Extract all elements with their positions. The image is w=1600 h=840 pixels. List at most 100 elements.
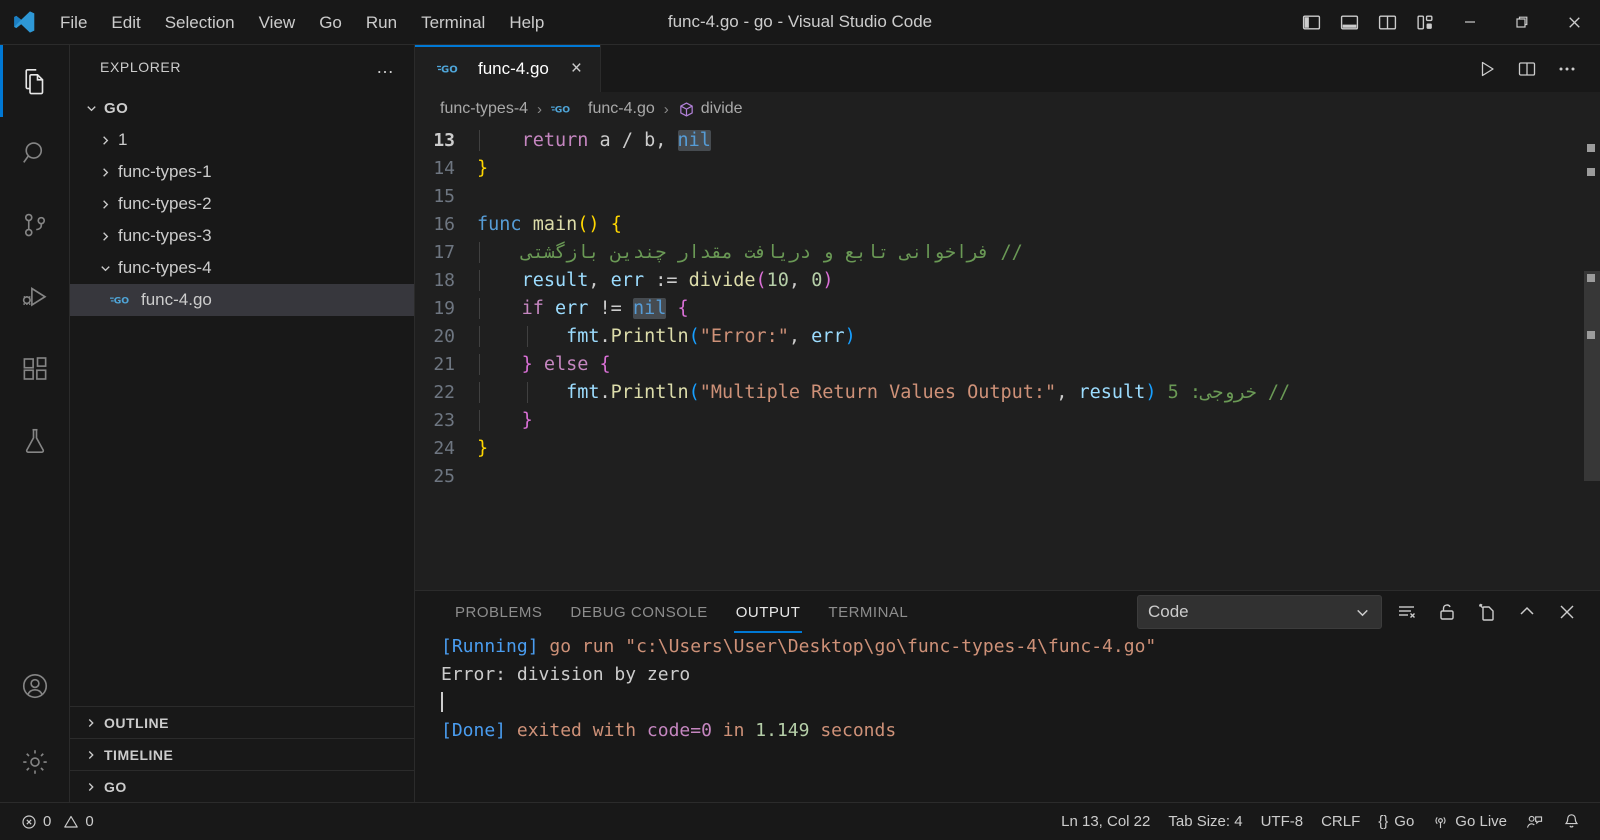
sidebar-item-search[interactable] [0, 117, 70, 189]
status-eol[interactable]: CRLF [1312, 803, 1369, 840]
tree-item-go-root[interactable]: GO [70, 92, 414, 124]
status-remote-feedback-icon[interactable] [1516, 803, 1553, 840]
customize-layout-icon[interactable] [1406, 0, 1444, 45]
open-in-editor-icon[interactable] [1472, 597, 1502, 627]
status-tab-size[interactable]: Tab Size: 4 [1159, 803, 1251, 840]
status-cursor-position[interactable]: Ln 13, Col 22 [1052, 803, 1159, 840]
output-segment: seconds [809, 720, 897, 741]
tree-item-func-types-3[interactable]: func-types-3 [70, 220, 414, 252]
status-language-mode[interactable]: {} Go [1369, 803, 1423, 840]
code-editor[interactable]: 13 return a / b, nil 14} 15 16 func main() {… [415, 126, 1600, 590]
chevron-right-icon [92, 165, 118, 180]
output-channel-select[interactable]: Code [1137, 595, 1382, 629]
status-encoding[interactable]: UTF-8 [1252, 803, 1313, 840]
run-code-icon[interactable] [1470, 52, 1504, 86]
menu-run[interactable]: Run [354, 0, 409, 45]
output-segment: code=0 [646, 720, 712, 741]
menu-terminal[interactable]: Terminal [409, 0, 497, 45]
code-token: . [599, 381, 611, 403]
overview-ruler-mark [1587, 331, 1595, 339]
go-file-icon: GO [551, 102, 575, 116]
explorer-more-actions-icon[interactable]: … [370, 57, 402, 78]
menu-file[interactable]: File [48, 0, 99, 45]
tab-terminal[interactable]: TERMINAL [814, 591, 922, 633]
status-bar: 0 0 Ln 13, Col 22 Tab Size: 4 UTF-8 CRLF… [0, 802, 1600, 840]
toggle-panel-icon[interactable] [1330, 0, 1368, 45]
toggle-secondary-sidebar-icon[interactable] [1368, 0, 1406, 45]
menu-selection[interactable]: Selection [153, 0, 247, 45]
breadcrumb-folder[interactable]: func-types-4 [437, 99, 531, 119]
code-token: ( [688, 381, 700, 403]
output-content[interactable]: [Running] go run "c:\Users\User\Desktop\… [415, 633, 1600, 802]
code-line-content: return a / b, nil [477, 129, 1600, 151]
split-editor-icon[interactable] [1510, 52, 1544, 86]
tab-problems[interactable]: PROBLEMS [441, 591, 556, 633]
error-count: 0 [43, 813, 52, 830]
code-line: 17 // فراخوانی تابع و دریافت مقدار چندین… [415, 238, 1600, 266]
panel-tab-bar: PROBLEMS DEBUG CONSOLE OUTPUT TERMINAL C… [415, 591, 1600, 633]
close-panel-icon[interactable] [1552, 597, 1582, 627]
code-token: err [554, 297, 600, 319]
settings-gear-icon[interactable] [0, 722, 70, 802]
status-problems[interactable]: 0 0 [12, 803, 103, 840]
menu-go[interactable]: Go [307, 0, 354, 45]
code-token: != [599, 297, 633, 319]
explorer-sidebar: EXPLORER … GO 1 func-types-1 func-types-… [70, 45, 415, 802]
close-window-button[interactable] [1548, 0, 1600, 45]
sidebar-item-run-and-debug[interactable] [0, 261, 70, 333]
title-bar-actions [1292, 0, 1600, 44]
error-icon [21, 814, 37, 830]
menu-view[interactable]: View [247, 0, 308, 45]
code-token: "Multiple Return Values Output:" [699, 381, 1057, 403]
accounts-icon[interactable] [0, 650, 70, 722]
overview-ruler-mark [1587, 168, 1595, 176]
lock-scroll-icon[interactable] [1432, 597, 1462, 627]
minimize-button[interactable] [1444, 0, 1496, 45]
sidebar-item-testing[interactable] [0, 405, 70, 477]
tab-func-4-go[interactable]: GO func-4.go × [415, 45, 601, 92]
tree-item-func-types-1[interactable]: func-types-1 [70, 156, 414, 188]
scrollbar-thumb[interactable] [1584, 271, 1600, 481]
tab-debug-console[interactable]: DEBUG CONSOLE [556, 591, 721, 633]
sidebar-section-timeline[interactable]: TIMELINE [70, 738, 414, 770]
tab-output[interactable]: OUTPUT [722, 591, 815, 633]
sidebar-item-extensions[interactable] [0, 333, 70, 405]
code-token: } [477, 437, 489, 459]
code-line: 22 fmt.Println("Multiple Return Values O… [415, 378, 1600, 406]
sidebar-section-outline[interactable]: OUTLINE [70, 706, 414, 738]
sidebar-item-source-control[interactable] [0, 189, 70, 261]
chevron-right-icon: › [663, 100, 669, 118]
code-token: nil [677, 129, 711, 151]
sidebar-section-label: OUTLINE [104, 714, 169, 731]
tree-item-1[interactable]: 1 [70, 124, 414, 156]
breadcrumb-symbol[interactable]: divide [675, 99, 746, 119]
code-token: divide [688, 269, 756, 291]
tree-item-func-4-go[interactable]: GO func-4.go [70, 284, 414, 316]
menu-edit[interactable]: Edit [99, 0, 152, 45]
toggle-primary-sidebar-icon[interactable] [1292, 0, 1330, 45]
editor-vertical-scrollbar[interactable] [1584, 126, 1600, 590]
clear-output-icon[interactable] [1392, 597, 1422, 627]
restore-button[interactable] [1496, 0, 1548, 45]
tree-item-func-types-2[interactable]: func-types-2 [70, 188, 414, 220]
menu-help[interactable]: Help [497, 0, 556, 45]
line-number: 21 [433, 353, 455, 375]
sidebar-section-go[interactable]: GO [70, 770, 414, 802]
sidebar-item-explorer[interactable] [0, 45, 70, 117]
editor-more-actions-icon[interactable] [1550, 52, 1584, 86]
vscode-logo-icon [0, 9, 48, 35]
code-token: , [788, 269, 812, 291]
code-token: := [655, 269, 689, 291]
close-tab-icon[interactable]: × [567, 57, 586, 80]
code-token: , [588, 269, 611, 291]
notifications-bell-icon[interactable] [1553, 803, 1590, 840]
maximize-panel-icon[interactable] [1512, 597, 1542, 627]
breadcrumb-file[interactable]: GO func-4.go [548, 99, 658, 119]
warning-icon [63, 814, 79, 830]
tab-label: func-4.go [478, 58, 549, 78]
status-go-live[interactable]: Go Live [1423, 803, 1516, 840]
code-lines: 13 return a / b, nil 14} 15 16 func main() {… [415, 126, 1600, 490]
tree-item-func-types-4[interactable]: func-types-4 [70, 252, 414, 284]
